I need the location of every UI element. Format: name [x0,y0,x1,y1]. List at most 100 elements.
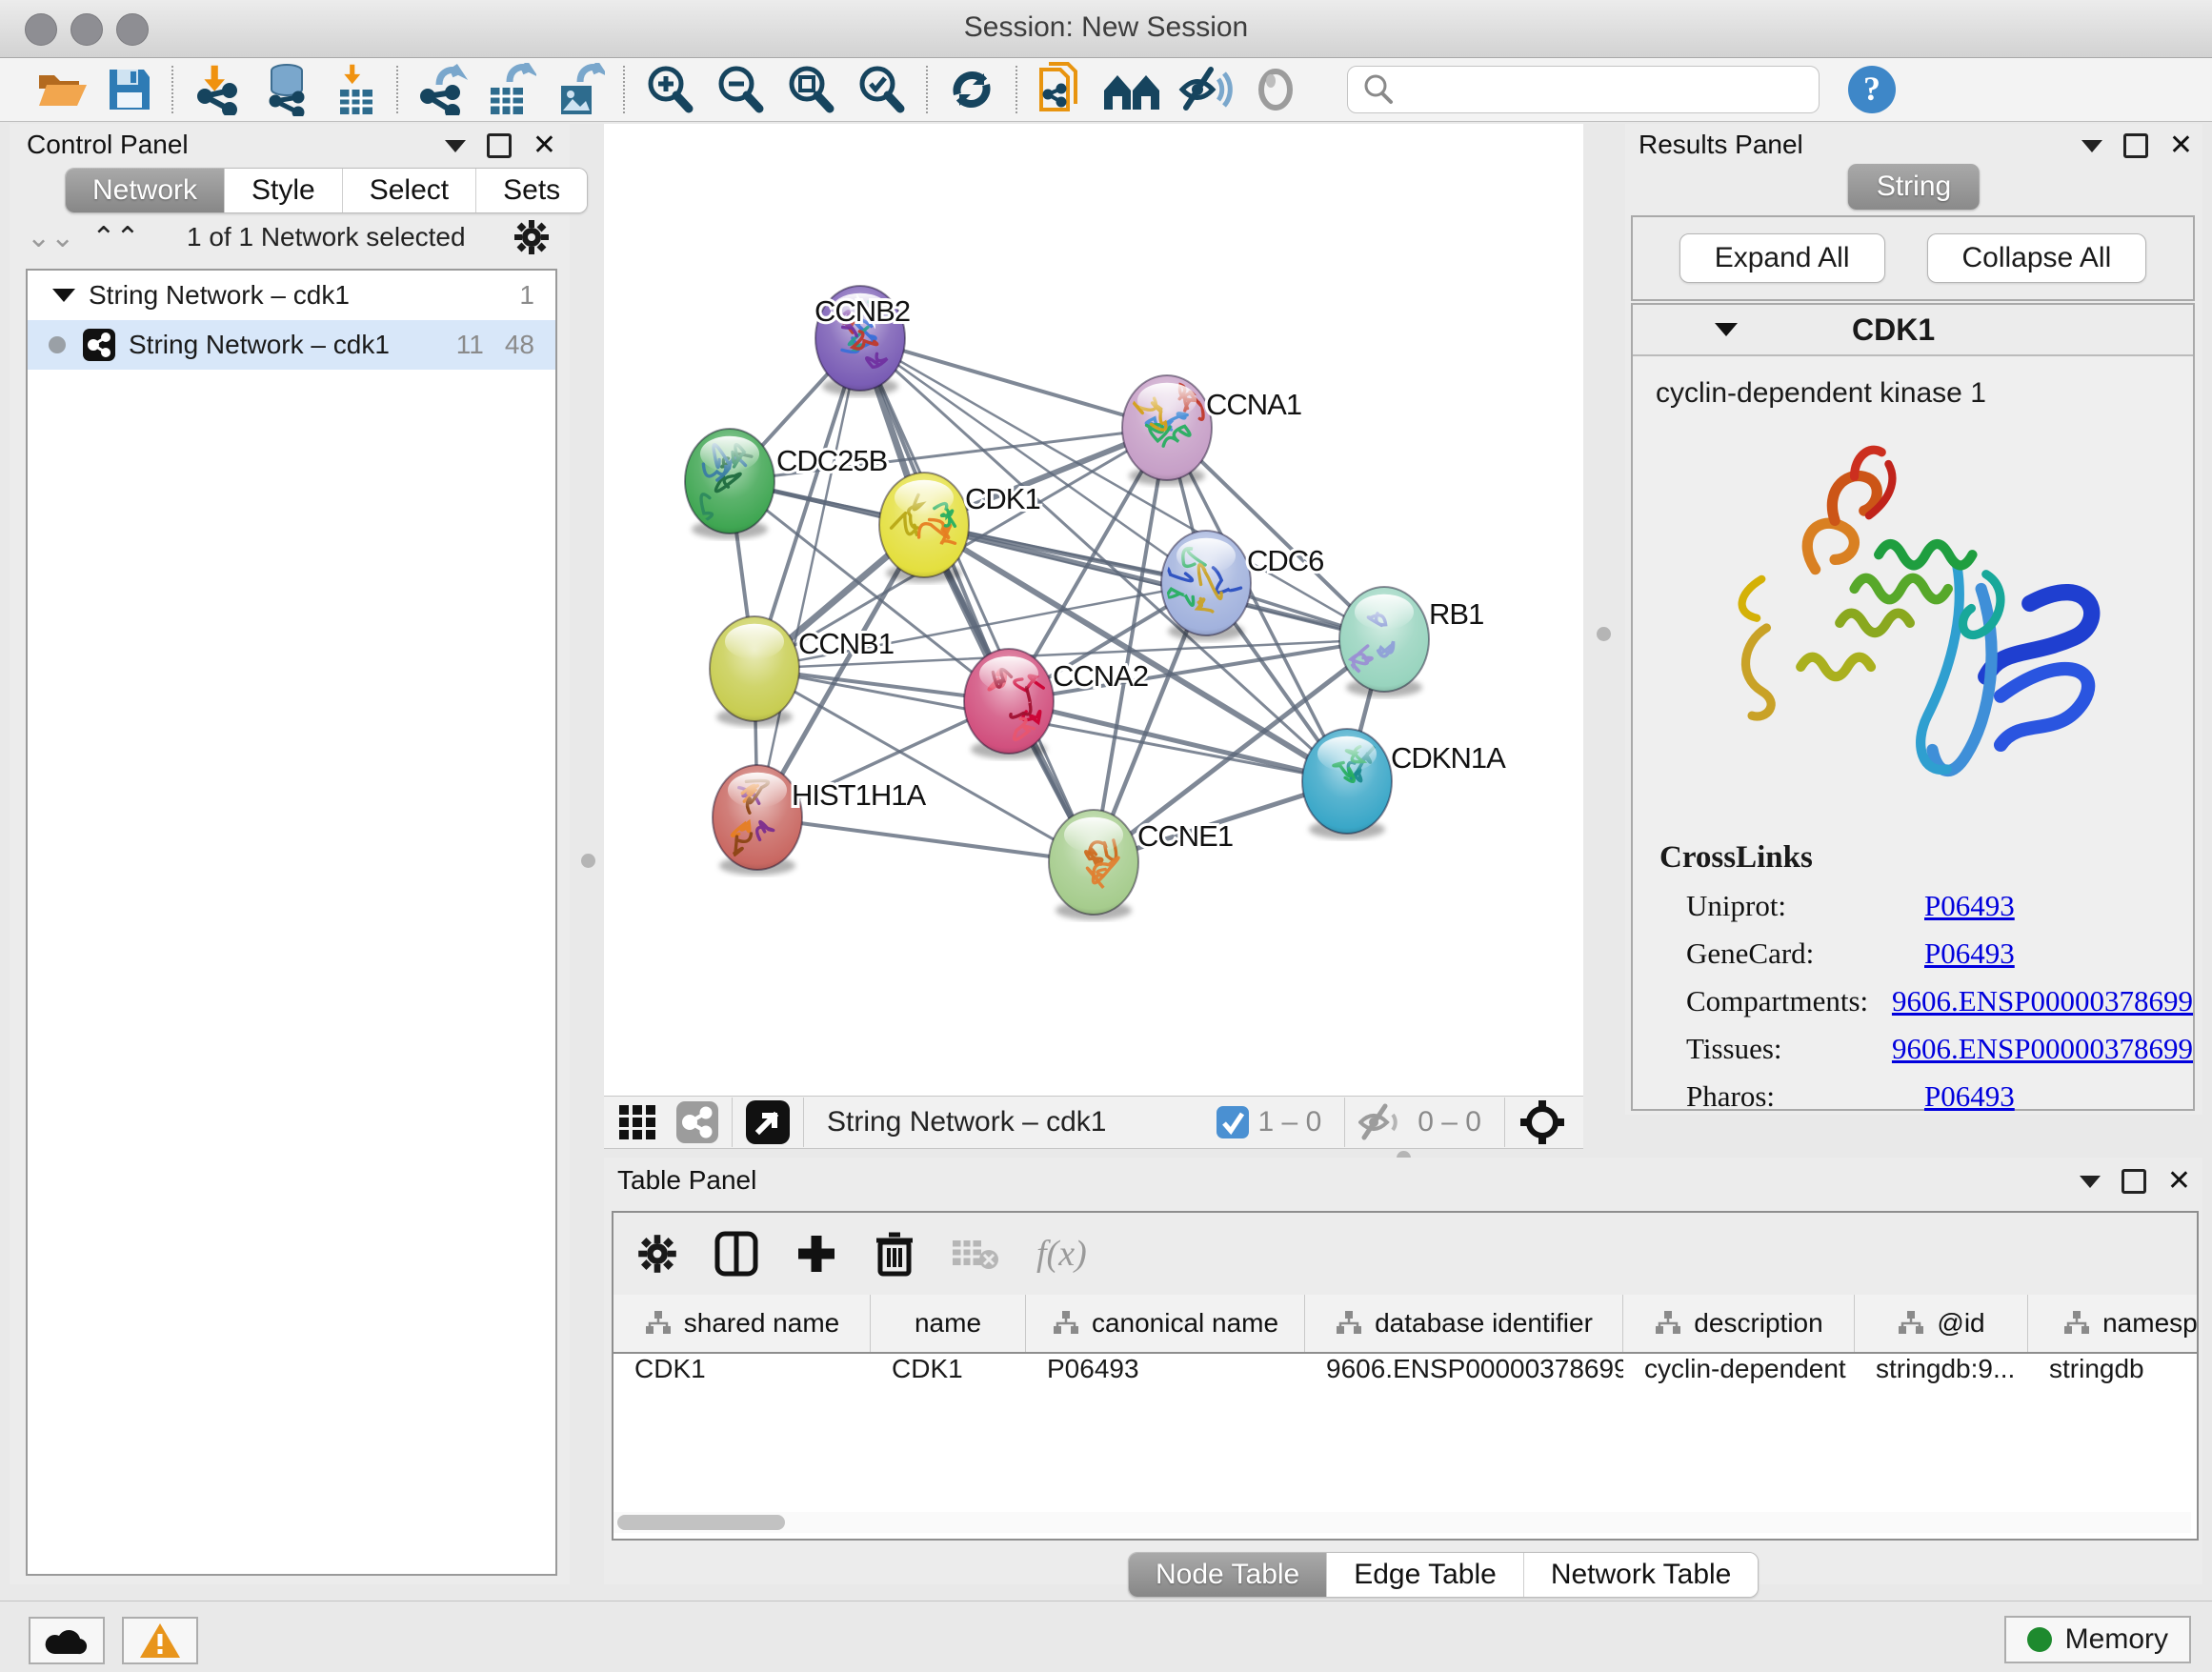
crosslink-link[interactable]: P06493 [1924,889,2015,923]
node-count: 11 [456,330,484,360]
zoom-selected-button[interactable] [855,63,908,116]
network-node[interactable] [1145,531,1251,641]
expand-all-button[interactable]: Expand All [1679,233,1885,283]
refresh-button[interactable] [946,63,997,116]
grid-view-icon[interactable] [619,1103,661,1141]
export-network-button[interactable] [416,63,468,116]
table-horizontal-scrollbar[interactable] [613,1512,2191,1533]
scrollbar-thumb[interactable] [617,1515,785,1530]
column-header-description[interactable]: description [1623,1295,1855,1352]
panel-close-icon[interactable]: ✕ [2169,136,2193,155]
panel-menu-caret-icon[interactable] [2081,140,2102,152]
panel-close-icon[interactable]: ✕ [2167,1172,2191,1191]
network-selected-count: 1 of 1 Network selected [140,222,513,252]
network-node[interactable] [1302,729,1392,839]
network-tree-row[interactable]: String Network – cdk1 11 48 [28,320,555,370]
panel-menu-caret-icon[interactable] [2080,1176,2101,1188]
zoom-fit-button[interactable] [784,63,837,116]
panel-close-icon[interactable]: ✕ [533,136,556,155]
zoom-out-button[interactable] [714,63,767,116]
network-edge[interactable] [860,338,1167,428]
tab-string[interactable]: String [1848,164,1980,210]
collapse-all-icon[interactable]: ⌄⌄ [27,221,74,254]
panel-float-icon[interactable] [2122,1169,2146,1194]
export-table-button[interactable] [485,63,536,116]
protein-structure-image [1703,423,2122,833]
network-edge[interactable] [757,817,1094,862]
crosslink-link[interactable]: P06493 [1924,937,2015,971]
help-button[interactable]: ? [1846,63,1898,116]
cdk1-section-header[interactable]: CDK1 [1633,305,2193,356]
delete-column-icon[interactable] [875,1231,915,1277]
refresh-icon [946,64,997,115]
add-column-icon[interactable] [794,1232,838,1276]
crosslink-row: Tissues:9606.ENSP00000378699 [1686,1032,2193,1066]
control-panel: Control Panel ✕ NetworkStyleSelectSets ⌄… [10,124,570,1584]
crosslink-label: Compartments: [1686,984,1892,1018]
import-network-database-button[interactable] [260,63,313,116]
show-all-button[interactable] [1251,63,1300,116]
collapse-all-button[interactable]: Collapse All [1927,233,2147,283]
node-label: CCNE1 [1137,819,1233,853]
clone-network-button[interactable] [1036,63,1085,116]
column-header-shared-name[interactable]: shared name [613,1295,871,1352]
warnings-button[interactable] [122,1617,198,1664]
save-session-button[interactable] [106,63,153,116]
network-tree-root-row[interactable]: String Network – cdk1 1 [28,271,555,320]
column-header-canonical-name[interactable]: canonical name [1026,1295,1305,1352]
tab-select[interactable]: Select [343,169,476,212]
tab-sets[interactable]: Sets [476,169,587,212]
column-header-database-identifier[interactable]: database identifier [1305,1295,1623,1352]
network-node[interactable] [685,429,774,539]
memory-button[interactable]: Memory [2004,1616,2191,1663]
svg-text:?: ? [1863,70,1880,108]
gear-icon[interactable] [513,218,551,256]
home-button[interactable] [1102,63,1161,116]
crosslink-row: GeneCard:P06493 [1686,937,2193,971]
export-image-button[interactable] [553,63,605,116]
tab-node-table[interactable]: Node Table [1129,1553,1327,1597]
network-canvas[interactable]: CCNB2CCNA1CDC25BCDK1CDC6RB1CCNB1CCNA2CDK… [604,124,1583,1096]
network-edge[interactable] [757,338,860,817]
expand-all-icon[interactable]: ⌃⌃ [91,221,139,254]
zoom-in-button[interactable] [643,63,696,116]
search-input[interactable] [1403,74,1819,106]
network-node[interactable] [1339,587,1429,697]
network-node[interactable] [713,765,802,876]
tab-network-table[interactable]: Network Table [1524,1553,1759,1597]
vertical-divider-handle-left[interactable] [581,854,595,868]
crosslink-link[interactable]: 9606.ENSP00000378699 [1892,984,2193,1018]
vertical-divider-handle-right[interactable] [1597,627,1611,641]
show-columns-icon[interactable] [714,1231,758,1277]
network-share-view-icon[interactable] [676,1101,718,1143]
tab-style[interactable]: Style [225,169,343,212]
section-collapse-icon[interactable] [1715,323,1738,336]
hidden-eye-icon[interactable] [1358,1103,1408,1141]
import-network-file-button[interactable] [191,63,243,116]
panel-menu-caret-icon[interactable] [445,140,466,152]
selected-checkbox-icon[interactable] [1217,1106,1249,1138]
network-node[interactable] [710,616,799,727]
tab-edge-table[interactable]: Edge Table [1327,1553,1524,1597]
tree-expand-icon[interactable] [52,289,75,302]
crosslink-link[interactable]: 9606.ENSP00000378699 [1892,1032,2193,1066]
column-header-@id[interactable]: @id [1855,1295,2028,1352]
import-table-button[interactable] [331,63,378,116]
cloud-button[interactable] [29,1617,105,1664]
memory-status-dot [2027,1627,2052,1652]
column-header-name[interactable]: name [871,1295,1026,1352]
birdseye-view-icon[interactable] [746,1100,790,1144]
tab-network[interactable]: Network [66,169,225,212]
column-header-namespace[interactable]: namespace [2028,1295,2199,1352]
crosslink-link[interactable]: P06493 [1924,1079,2015,1114]
crosshair-icon[interactable] [1518,1098,1566,1146]
zoom-out-icon [714,63,767,116]
panel-float-icon[interactable] [487,133,512,158]
network-node[interactable] [1049,810,1138,920]
panel-float-icon[interactable] [2123,133,2148,158]
network-node[interactable] [1122,375,1212,486]
table-settings-gear-icon[interactable] [636,1233,678,1275]
open-session-button[interactable] [35,63,89,116]
hide-selected-button[interactable] [1178,63,1234,116]
table-row[interactable]: CDK1CDK1P064939606.ENSP00000378699cyclin… [613,1354,2197,1398]
